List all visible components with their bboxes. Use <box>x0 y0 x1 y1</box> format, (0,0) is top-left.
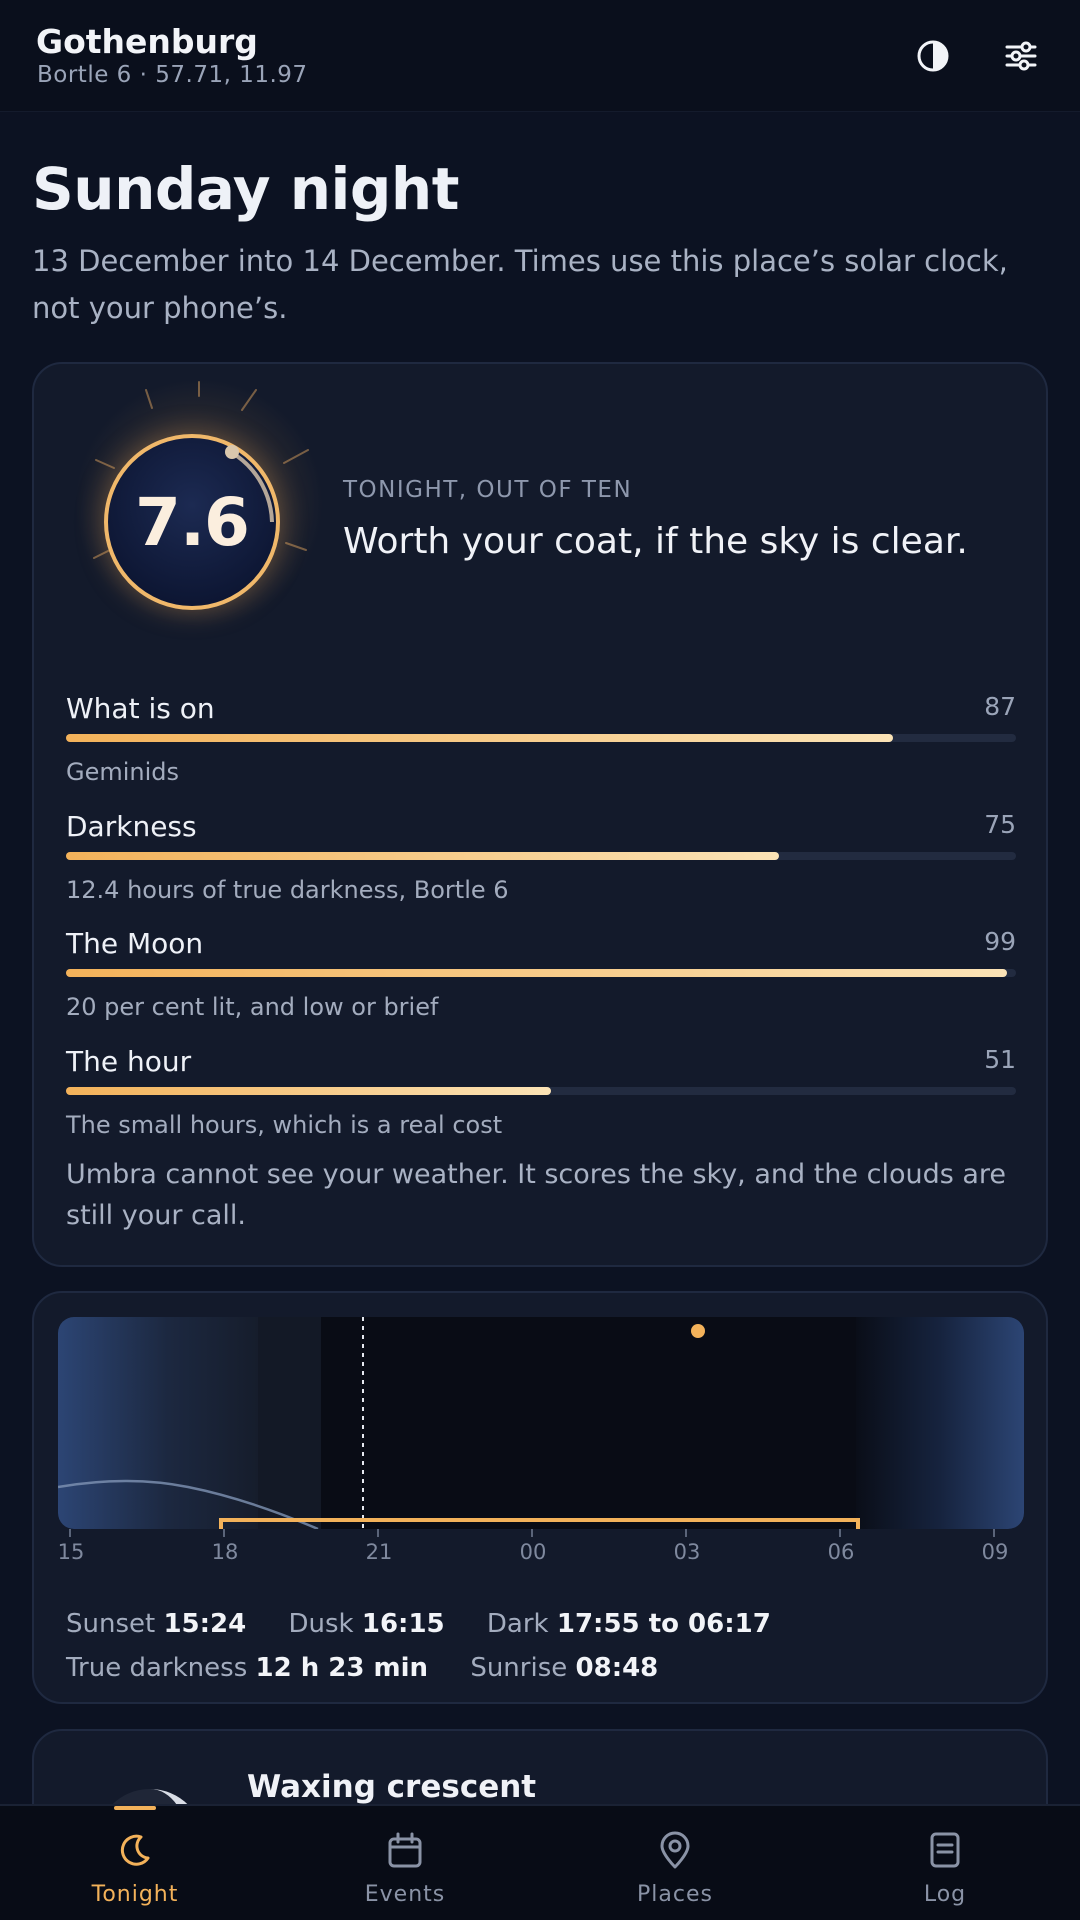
factor-score: 75 <box>984 810 1016 839</box>
hour-tick-label: 09 <box>981 1540 1009 1564</box>
factor-bar <box>66 969 1016 977</box>
nav-label: Tonight <box>91 1882 179 1907</box>
true-darkness-label: True darkness <box>66 1653 248 1683</box>
page-intro: 13 December into 14 December. Times use … <box>32 244 1008 325</box>
location-detail: Bortle 6 · 57.71, 11.97 <box>37 62 308 88</box>
sunset-label: Sunset <box>66 1609 156 1639</box>
nav-events[interactable]: Events <box>270 1806 540 1920</box>
sunrise-label: Sunrise <box>470 1653 568 1683</box>
event-peak-dot <box>691 1324 705 1338</box>
moon-phase-name: Waxing crescent <box>247 1769 537 1805</box>
nav-tonight[interactable]: Tonight <box>0 1806 270 1920</box>
factor-score: 51 <box>984 1045 1016 1074</box>
hour-tick-label: 15 <box>57 1540 85 1564</box>
score-disclaimer: Umbra cannot see your weather. It scores… <box>66 1159 1007 1231</box>
nav-label: Events <box>364 1882 446 1907</box>
hour-tick-label: 21 <box>365 1540 393 1564</box>
score-summary: Worth your coat, if the sky is clear. <box>343 521 968 562</box>
night-stats-row-1: Sunset 15:24 Dusk 16:15 Dark 17:55 to 06… <box>66 1609 805 1639</box>
dark-window: 17:55 to 06:17 <box>556 1609 771 1639</box>
nav-label: Places <box>637 1882 713 1907</box>
factor-score: 99 <box>984 927 1016 956</box>
top-bar: Gothenburg Bortle 6 · 57.71, 11.97 <box>0 0 1080 112</box>
factor-bar <box>66 734 1016 742</box>
nav-places[interactable]: Places <box>540 1806 810 1920</box>
timeline-ticks <box>69 1529 995 1537</box>
score-label: TONIGHT, OUT OF TEN <box>343 477 633 503</box>
calendar-icon <box>388 1832 422 1868</box>
location-name[interactable]: Gothenburg <box>36 22 258 61</box>
factor-score: 87 <box>984 692 1016 721</box>
night-stats-row-2: True darkness 12 h 23 min Sunrise 08:48 <box>66 1653 692 1683</box>
journal-icon <box>930 1832 960 1868</box>
nav-active-indicator <box>114 1806 156 1810</box>
bottom-nav: Tonight Events Places Log <box>0 1804 1080 1920</box>
sunrise-time: 08:48 <box>575 1653 659 1683</box>
factor-note: 20 per cent lit, and low or brief <box>66 993 439 1021</box>
dusk-label: Dusk <box>288 1609 354 1639</box>
night-timeline-card: 15 18 21 00 03 06 09 Sunset 15:24 Dusk 1… <box>32 1291 1048 1704</box>
factor-note: 12.4 hours of true darkness, Bortle 6 <box>66 876 509 904</box>
factor-name: Darkness <box>66 810 197 843</box>
contrast-icon[interactable] <box>911 34 955 78</box>
score-dial-marker <box>225 445 274 523</box>
dusk-time: 16:15 <box>361 1609 445 1639</box>
factor-name: The Moon <box>66 927 204 960</box>
true-darkness-duration: 12 h 23 min <box>255 1653 429 1683</box>
sunset-time: 15:24 <box>163 1609 247 1639</box>
factor-note: Geminids <box>66 758 180 786</box>
factor-bar <box>66 852 1016 860</box>
hour-tick-label: 03 <box>673 1540 701 1564</box>
moon-icon <box>120 1834 150 1866</box>
night-timeline[interactable] <box>58 1317 1024 1529</box>
factor-name: What is on <box>66 692 215 725</box>
factor-bar <box>66 1087 1016 1095</box>
sliders-icon[interactable] <box>999 34 1043 78</box>
factor-note: The small hours, which is a real cost <box>66 1111 503 1139</box>
factor-name: The hour <box>66 1045 192 1078</box>
score-card: 7.6 TONIGHT, OUT OF TEN Worth your coat,… <box>32 362 1048 1267</box>
hour-tick-label: 18 <box>211 1540 239 1564</box>
nav-label: Log <box>923 1882 967 1907</box>
map-pin-icon <box>660 1831 690 1869</box>
hour-tick-label: 06 <box>827 1540 855 1564</box>
page-title: Sunday night <box>32 155 459 223</box>
hour-tick-label: 00 <box>519 1540 547 1564</box>
nav-log[interactable]: Log <box>810 1806 1080 1920</box>
dark-label: Dark <box>486 1609 549 1639</box>
